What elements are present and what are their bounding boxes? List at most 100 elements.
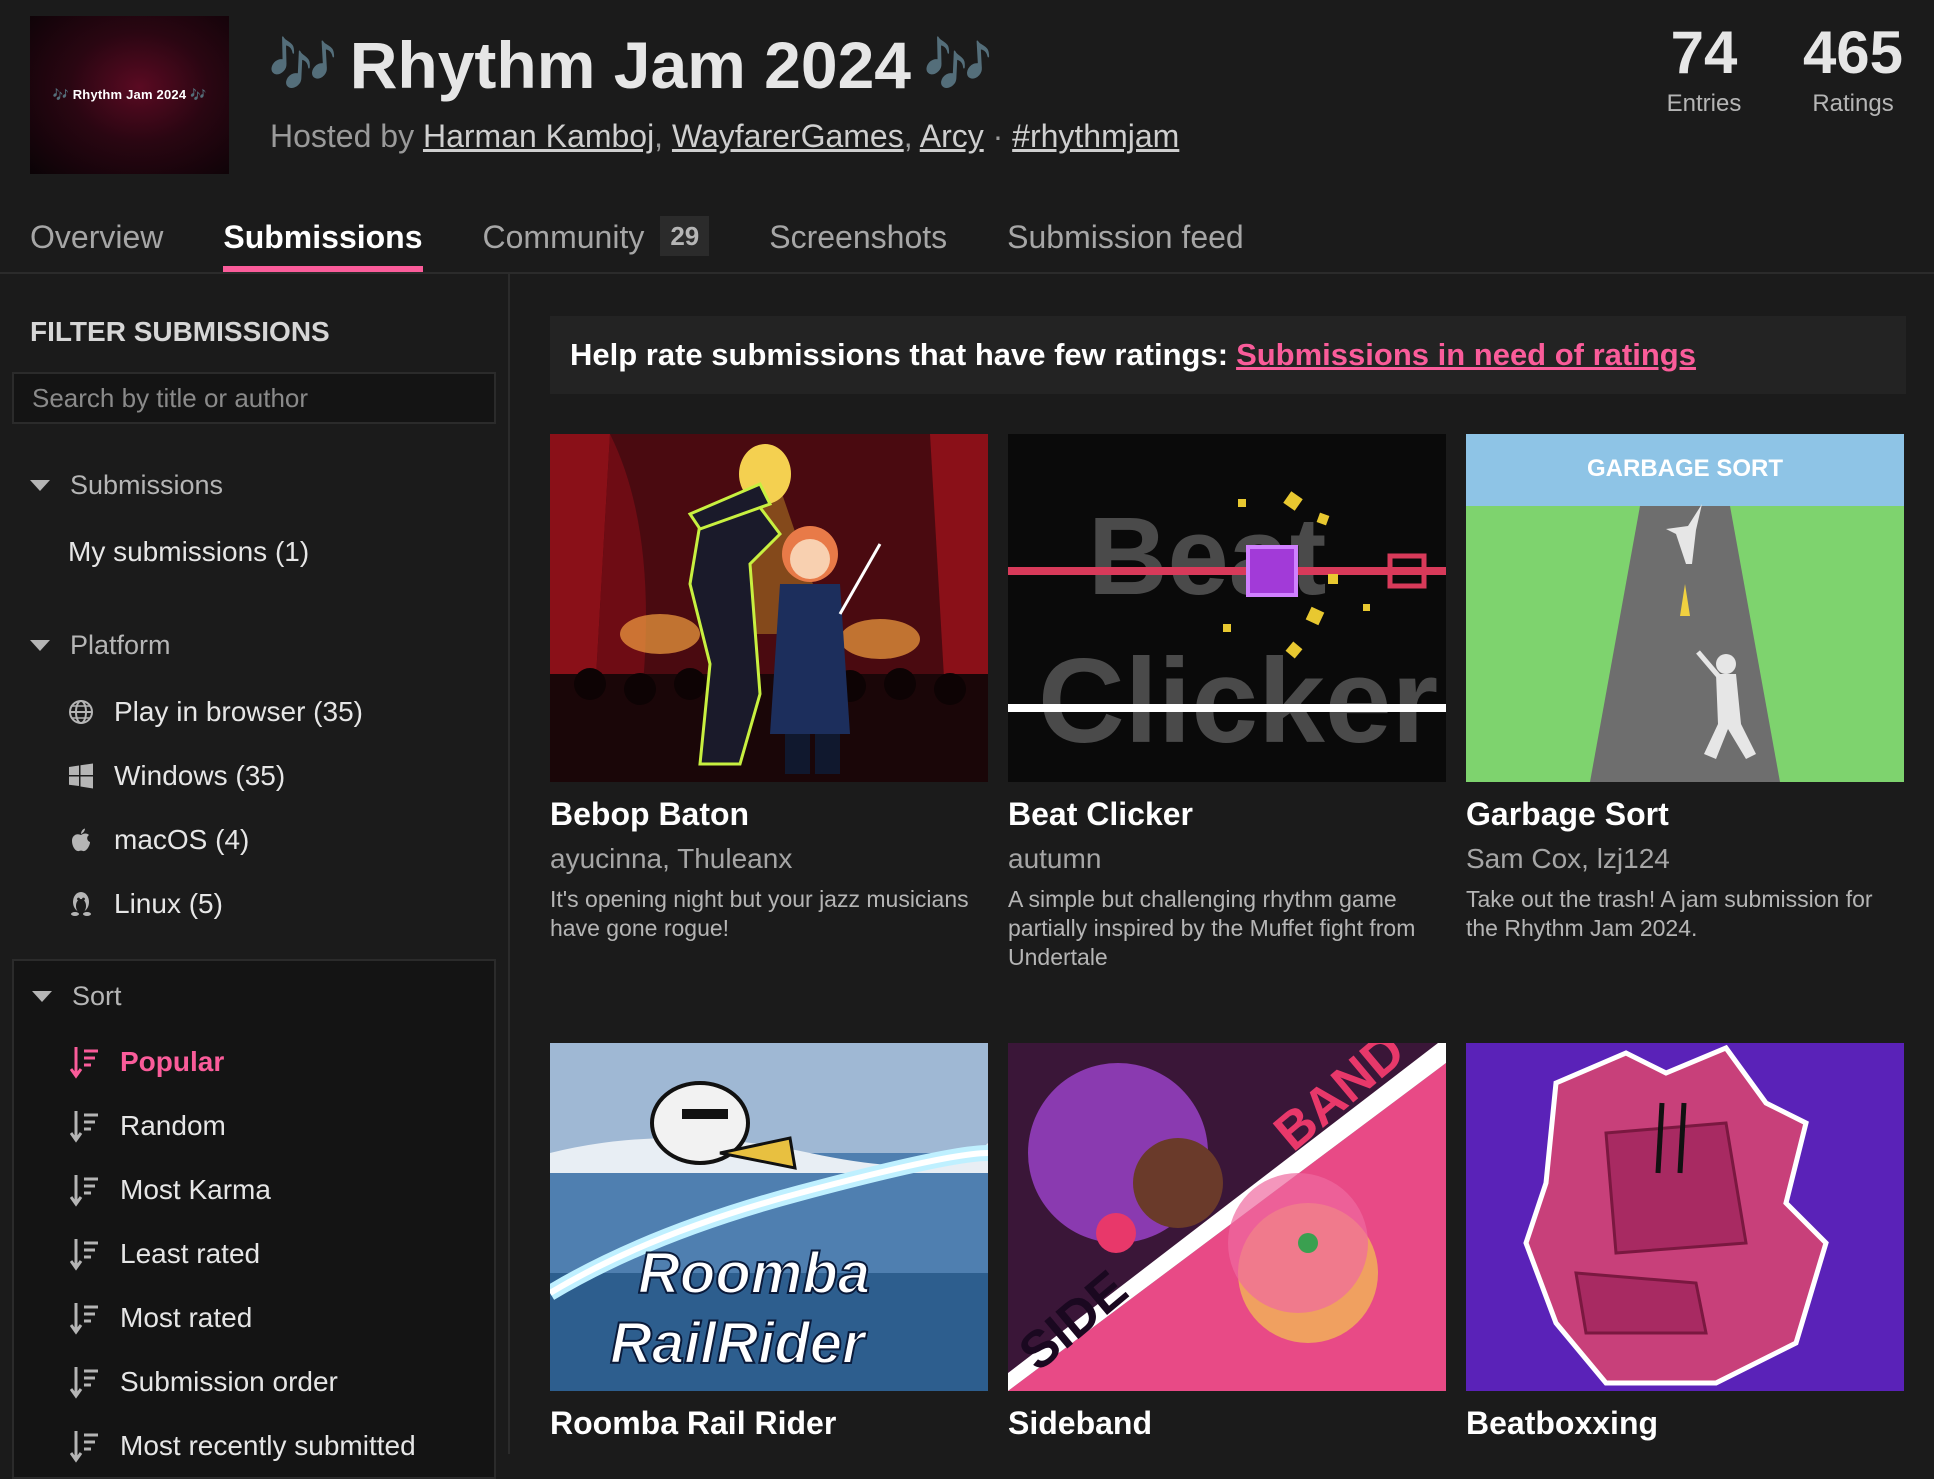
submission-description: A simple but challenging rhythm game par… (1008, 886, 1416, 970)
sort-label: Most rated (120, 1302, 253, 1333)
filter-platform-linux[interactable]: Linux (5) (68, 888, 223, 920)
sort-panel: Sort Popular Random Most Karma Least rat… (12, 959, 496, 1479)
tab-overview[interactable]: Overview (30, 210, 163, 272)
ratings-count: 465 (1802, 19, 1904, 86)
windows-icon (68, 763, 94, 789)
host-link[interactable]: Arcy (920, 118, 984, 154)
sort-label: Random (120, 1110, 226, 1141)
platform-section-toggle[interactable]: Platform (30, 630, 171, 661)
banner-text: 🎶 Rhythm Jam 2024 🎶 (52, 87, 207, 102)
linux-icon (68, 891, 94, 917)
caret-down-icon (30, 640, 50, 651)
music-notes-icon: 🎶 (923, 33, 993, 98)
thumb-text: Roomba (638, 1241, 870, 1306)
submission-thumbnail[interactable] (550, 434, 988, 782)
submission-card[interactable]: Beat Clicker Beat Clicker autumn A simpl… (1008, 434, 1446, 972)
community-count-badge: 29 (660, 216, 710, 256)
submission-title[interactable]: Beat Clicker (1008, 796, 1446, 833)
host-link[interactable]: WayfarerGames (672, 118, 904, 154)
globe-icon (68, 699, 94, 725)
search-input[interactable] (12, 372, 496, 424)
submission-card[interactable]: SIDE BAND Sideband (1008, 1043, 1446, 1442)
sort-most-recently-submitted[interactable]: Most recently submitted (69, 1429, 416, 1463)
sort-submission-order[interactable]: Submission order (69, 1365, 338, 1399)
help-banner-text: Help rate submissions that have few rati… (570, 337, 1229, 372)
tab-submissions[interactable]: Submissions (223, 210, 423, 272)
filter-sidebar: FILTER SUBMISSIONS Submissions My submis… (0, 274, 510, 1479)
sort-popular[interactable]: Popular (69, 1045, 225, 1079)
sort-icon (69, 1429, 100, 1463)
submission-authors[interactable]: autumn (1008, 843, 1446, 875)
submission-description: Take out the trash! A jam submission for… (1466, 886, 1873, 941)
jam-header: 🎶 Rhythm Jam 2024 🎶 🎶 Rhythm Jam 2024 🎶 … (0, 0, 1934, 272)
jam-title: 🎶 Rhythm Jam 2024 🎶 (268, 20, 993, 110)
submission-title[interactable]: Roomba Rail Rider (550, 1405, 988, 1442)
sort-most-rated[interactable]: Most rated (69, 1301, 253, 1335)
submission-title[interactable]: Bebop Baton (550, 796, 988, 833)
sort-icon (69, 1365, 100, 1399)
sort-label: Least rated (120, 1238, 261, 1269)
filter-my-submissions[interactable]: My submissions (1) (68, 536, 309, 568)
sort-section-toggle[interactable]: Sort (32, 981, 122, 1012)
host-link[interactable]: Harman Kamboj (423, 118, 654, 154)
section-label: Submissions (70, 470, 224, 500)
submission-title[interactable]: Sideband (1008, 1405, 1446, 1442)
sort-least-rated[interactable]: Least rated (69, 1237, 261, 1271)
submission-thumbnail[interactable] (1466, 1043, 1904, 1391)
tab-community[interactable]: Community 29 (483, 210, 710, 272)
thumb-text: GARBAGE SORT (1587, 455, 1783, 482)
hashtag-link[interactable]: #rhythmjam (1012, 118, 1179, 154)
thumb-text: RailRider (610, 1311, 868, 1376)
host-separator: , (654, 118, 664, 154)
filter-label: Windows (35) (114, 760, 286, 791)
sort-label: Most Karma (120, 1174, 271, 1205)
section-label: Sort (72, 981, 122, 1011)
submission-title[interactable]: Garbage Sort (1466, 796, 1904, 833)
sort-icon (69, 1301, 100, 1335)
tab-submission-feed[interactable]: Submission feed (1007, 210, 1244, 272)
hosted-by-label: Hosted by (270, 118, 415, 154)
jam-title-text: Rhythm Jam 2024 (349, 28, 911, 102)
sort-icon (69, 1173, 100, 1207)
entries-count: 74 (1670, 19, 1738, 86)
submission-thumbnail[interactable]: Roomba RailRider (550, 1043, 988, 1391)
entries-stat: 74 Entries (1658, 18, 1750, 118)
filter-platform-browser[interactable]: Play in browser (35) (68, 696, 363, 728)
tab-screenshots[interactable]: Screenshots (769, 210, 947, 272)
filter-platform-macos[interactable]: macOS (4) (68, 824, 249, 856)
submission-authors[interactable]: ayucinna, Thuleanx (550, 843, 988, 875)
sort-random[interactable]: Random (69, 1109, 226, 1143)
submission-card[interactable]: Bebop Baton ayucinna, Thuleanx It's open… (550, 434, 988, 943)
jam-banner-image[interactable]: 🎶 Rhythm Jam 2024 🎶 (30, 16, 229, 174)
submission-thumbnail[interactable]: GARBAGE SORT (1466, 434, 1904, 782)
caret-down-icon (32, 991, 52, 1002)
submission-card[interactable]: Roomba RailRider Roomba Rail Rider (550, 1043, 988, 1442)
ratings-stat: 465 Ratings (1798, 18, 1908, 118)
submission-thumbnail[interactable]: Beat Clicker (1008, 434, 1446, 782)
submission-title[interactable]: Beatboxxing (1466, 1405, 1904, 1442)
filter-heading: FILTER SUBMISSIONS (30, 316, 330, 347)
sort-icon (69, 1045, 100, 1079)
apple-icon (68, 827, 94, 853)
submission-thumbnail[interactable]: SIDE BAND (1008, 1043, 1446, 1391)
submission-card[interactable]: GARBAGE SORT Garbage Sort Sam Cox, lzj12… (1466, 434, 1904, 943)
entries-label: Entries (1666, 90, 1742, 117)
sort-label: Popular (120, 1046, 225, 1077)
submission-description: It's opening night but your jazz musicia… (550, 886, 969, 941)
sort-label: Submission order (120, 1366, 338, 1397)
jam-tabs: Overview Submissions Community 29 Screens… (30, 210, 1244, 272)
section-label: Platform (70, 630, 171, 660)
needs-ratings-link[interactable]: Submissions in need of ratings (1236, 337, 1696, 373)
sort-icon (69, 1237, 100, 1271)
submission-card[interactable]: Beatboxxing (1466, 1043, 1904, 1442)
ratings-label: Ratings (1812, 90, 1894, 117)
filter-platform-windows[interactable]: Windows (35) (68, 760, 285, 792)
sort-most-karma[interactable]: Most Karma (69, 1173, 271, 1207)
filter-label: macOS (4) (114, 824, 250, 855)
tab-community-label: Community (482, 219, 645, 255)
help-rate-banner: Help rate submissions that have few rati… (550, 316, 1906, 394)
submission-authors[interactable]: Sam Cox, lzj124 (1466, 843, 1904, 875)
filter-label: My submissions (1) (68, 536, 310, 567)
submissions-section-toggle[interactable]: Submissions (30, 470, 223, 501)
music-notes-icon: 🎶 (268, 33, 338, 98)
